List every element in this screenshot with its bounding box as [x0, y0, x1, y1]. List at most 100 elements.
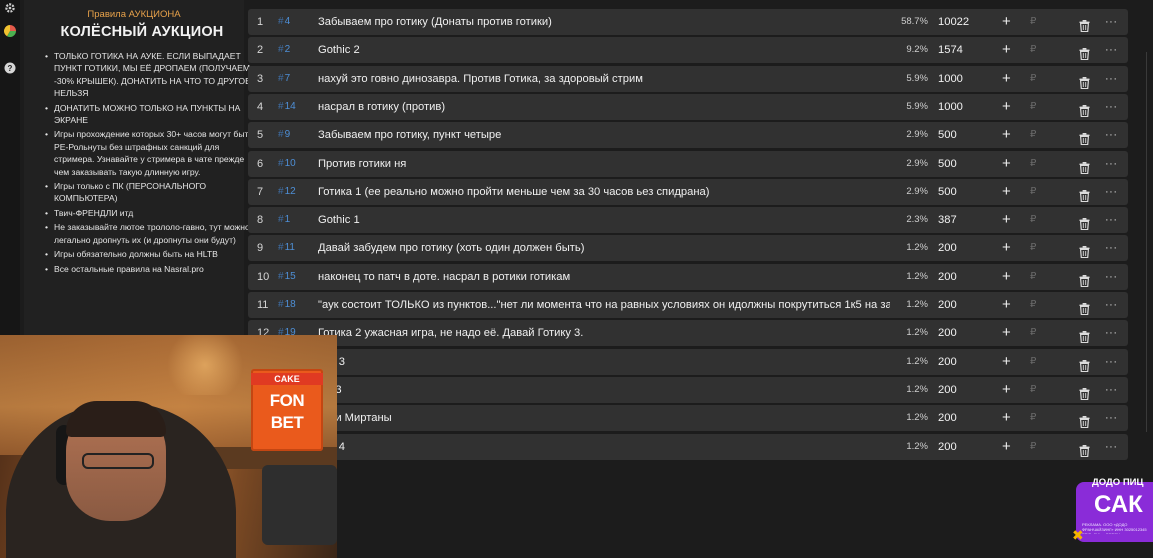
trash-icon[interactable]: [1079, 356, 1090, 372]
lot-name[interactable]: Gothic 2: [318, 37, 890, 63]
lot-row[interactable]: 5 9 Забываем про готику, пункт четыре 2.9% 5…: [248, 122, 1128, 149]
lot-row[interactable]: 8 1 Gothic 1 2.3% 387 + ₽ ···: [248, 207, 1128, 234]
trash-icon[interactable]: [1079, 299, 1090, 316]
add-amount-button[interactable]: +: [1002, 349, 1011, 375]
trash-icon[interactable]: [1079, 412, 1090, 429]
lot-name[interactable]: наконец то патч в доте. насрал в ротики …: [318, 264, 890, 290]
more-options-button[interactable]: ···: [1105, 179, 1118, 205]
lot-row[interactable]: 11 18 "аук состоит ТОЛЬКО из пунктов..."не…: [248, 292, 1128, 318]
more-options-button[interactable]: ···: [1105, 320, 1118, 346]
add-amount-button[interactable]: +: [1002, 377, 1011, 403]
lot-name[interactable]: Забываем про готику (Донаты против готик…: [318, 9, 890, 35]
lot-row[interactable]: hic 3 1.2% 200 + ₽ ···: [248, 376, 1128, 403]
trash-icon[interactable]: [1079, 214, 1090, 231]
add-amount-button[interactable]: +: [1002, 179, 1011, 205]
more-options-button[interactable]: ···: [1105, 349, 1118, 375]
lot-amount[interactable]: 200: [938, 320, 957, 346]
lot-amount[interactable]: 1000: [938, 94, 963, 120]
trash-icon[interactable]: [1079, 186, 1090, 202]
more-options-button[interactable]: ···: [1105, 207, 1118, 233]
lot-row[interactable]: 4 14 насрал в готику (против) 5.9% 1000 + ₽ ···: [248, 93, 1128, 120]
lot-amount[interactable]: 10022: [938, 9, 969, 35]
lot-row[interactable]: 9 11 Давай забудем про готику (хоть один д…: [248, 235, 1128, 262]
lot-amount[interactable]: 200: [938, 349, 957, 375]
more-options-button[interactable]: ···: [1105, 9, 1118, 35]
lot-name[interactable]: Готика 2 ужасная игра, не надо её. Давай…: [318, 320, 890, 346]
more-options-button[interactable]: ···: [1105, 405, 1118, 431]
trash-icon[interactable]: [1079, 101, 1090, 118]
add-amount-button[interactable]: +: [1002, 122, 1011, 148]
help-icon[interactable]: ?: [4, 62, 16, 74]
lot-amount[interactable]: 200: [938, 434, 957, 460]
lot-row[interactable]: ика 3 1.2% 200 + ₽ ···: [248, 348, 1128, 375]
trash-icon[interactable]: [1079, 384, 1090, 401]
lot-name[interactable]: Забываем про готику, пункт четыре: [318, 122, 890, 148]
lot-name[interactable]: Против готики ня: [318, 151, 890, 177]
add-amount-button[interactable]: +: [1002, 320, 1011, 346]
trash-icon[interactable]: [1079, 242, 1090, 259]
add-amount-button[interactable]: +: [1002, 292, 1011, 318]
pie-chart-icon[interactable]: [4, 25, 16, 37]
lot-row[interactable]: ика 4 1.2% 200 + ₽ ···: [248, 433, 1128, 460]
lot-row[interactable]: 3 7 нахуй это говно динозавра. Против Готи…: [248, 65, 1128, 92]
add-amount-button[interactable]: +: [1002, 66, 1011, 92]
more-options-button[interactable]: ···: [1105, 66, 1118, 92]
lot-amount[interactable]: 200: [938, 405, 957, 431]
add-amount-button[interactable]: +: [1002, 94, 1011, 120]
lot-row[interactable]: 7 12 Готика 1 (ее реально можно пройти мен…: [248, 178, 1128, 205]
trash-icon[interactable]: [1079, 44, 1090, 61]
lot-row[interactable]: 1219Готика 2 ужасная игра, не надо её. Д…: [248, 320, 1128, 347]
trash-icon[interactable]: [1079, 129, 1090, 146]
lot-row[interactable]: 6 10 Против готики ня 2.9% 500 + ₽ ···: [248, 150, 1128, 177]
more-options-button[interactable]: ···: [1105, 122, 1118, 148]
lot-amount[interactable]: 500: [938, 151, 957, 177]
lot-name[interactable]: ники Миртаны: [318, 405, 890, 431]
lot-name[interactable]: насрал в готику (против): [318, 94, 890, 120]
lot-row[interactable]: 2 2 Gothic 2 9.2% 1574 + ₽ ···: [248, 37, 1128, 64]
lot-name[interactable]: ика 3: [318, 349, 890, 375]
add-amount-button[interactable]: +: [1002, 235, 1011, 261]
more-options-button[interactable]: ···: [1105, 377, 1118, 403]
more-options-button[interactable]: ···: [1105, 94, 1118, 120]
trash-icon[interactable]: [1079, 327, 1090, 344]
lot-row[interactable]: 10 15 наконец то патч в доте. насрал в рот…: [248, 263, 1128, 290]
lot-amount[interactable]: 1000: [938, 66, 963, 92]
gear-icon[interactable]: [4, 2, 16, 14]
lot-amount[interactable]: 200: [938, 377, 957, 403]
lot-name[interactable]: нахуй это говно динозавра. Против Готика…: [318, 66, 890, 92]
lot-amount[interactable]: 200: [938, 235, 957, 261]
add-amount-button[interactable]: +: [1002, 264, 1011, 290]
promo-banner[interactable]: ДОДО ПИЦ САК РЕКЛАМА. ООО «ДОДО ФРАНЧАЙЗ…: [1072, 477, 1153, 558]
more-options-button[interactable]: ···: [1105, 235, 1118, 261]
more-options-button[interactable]: ···: [1105, 434, 1118, 460]
add-amount-button[interactable]: +: [1002, 434, 1011, 460]
add-amount-button[interactable]: +: [1002, 151, 1011, 177]
lot-name[interactable]: Готика 1 (ее реально можно пройти меньше…: [318, 179, 890, 205]
lot-amount[interactable]: 500: [938, 122, 957, 148]
lot-row[interactable]: ники Миртаны 1.2% 200 + ₽ ···: [248, 405, 1128, 432]
trash-icon[interactable]: [1079, 271, 1090, 287]
trash-icon[interactable]: [1079, 16, 1090, 33]
lot-amount[interactable]: 200: [938, 264, 957, 290]
lot-amount[interactable]: 500: [938, 179, 957, 205]
add-amount-button[interactable]: +: [1002, 37, 1011, 63]
more-options-button[interactable]: ···: [1105, 151, 1118, 177]
lot-amount[interactable]: 200: [938, 292, 957, 318]
lot-amount[interactable]: 387: [938, 207, 957, 233]
lot-amount[interactable]: 1574: [938, 37, 963, 63]
lot-row[interactable]: 1 4 Забываем про готику (Донаты против гот…: [248, 9, 1128, 35]
lot-name[interactable]: hic 3: [318, 377, 890, 403]
add-amount-button[interactable]: +: [1002, 9, 1011, 35]
lot-name[interactable]: Давай забудем про готику (хоть один долж…: [318, 235, 890, 261]
trash-icon[interactable]: [1079, 441, 1090, 457]
lot-name[interactable]: "аук состоит ТОЛЬКО из пунктов..."нет ли…: [318, 292, 890, 318]
more-options-button[interactable]: ···: [1105, 37, 1118, 63]
more-options-button[interactable]: ···: [1105, 264, 1118, 290]
trash-icon[interactable]: [1079, 73, 1090, 89]
lot-name[interactable]: Gothic 1: [318, 207, 890, 233]
more-options-button[interactable]: ···: [1105, 292, 1118, 318]
lot-name[interactable]: ика 4: [318, 434, 890, 460]
add-amount-button[interactable]: +: [1002, 207, 1011, 233]
trash-icon[interactable]: [1079, 158, 1090, 174]
add-amount-button[interactable]: +: [1002, 405, 1011, 431]
